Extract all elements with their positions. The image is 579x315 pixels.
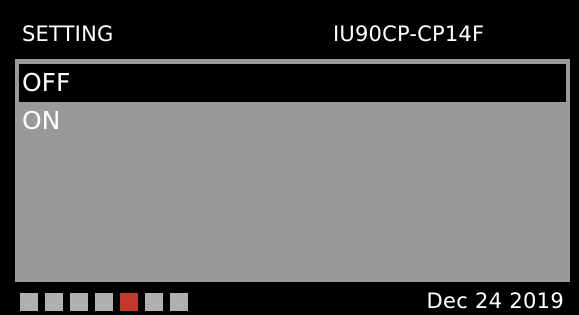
option-on-label: ON xyxy=(22,106,61,135)
page-dot-3 xyxy=(70,293,88,311)
page-dot-5 xyxy=(120,293,138,311)
page-dot-7 xyxy=(170,293,188,311)
option-off[interactable]: OFF xyxy=(19,64,566,102)
option-on[interactable]: ON xyxy=(19,102,566,140)
date-label: Dec 24 2019 xyxy=(426,289,564,313)
model-label: IU90CP-CP14F xyxy=(333,22,485,46)
footer-bar: Dec 24 2019 xyxy=(0,283,579,315)
screen-title: SETTING xyxy=(22,22,114,46)
page-dot-1 xyxy=(20,293,38,311)
page-indicator xyxy=(20,293,188,311)
options-panel: OFF ON xyxy=(15,59,570,282)
page-dot-6 xyxy=(145,293,163,311)
option-off-label: OFF xyxy=(22,68,71,97)
device-screen: SETTING IU90CP-CP14F OFF ON Dec 24 2019 xyxy=(0,0,579,315)
page-dot-2 xyxy=(45,293,63,311)
page-dot-4 xyxy=(95,293,113,311)
header-bar: SETTING IU90CP-CP14F xyxy=(0,0,579,55)
